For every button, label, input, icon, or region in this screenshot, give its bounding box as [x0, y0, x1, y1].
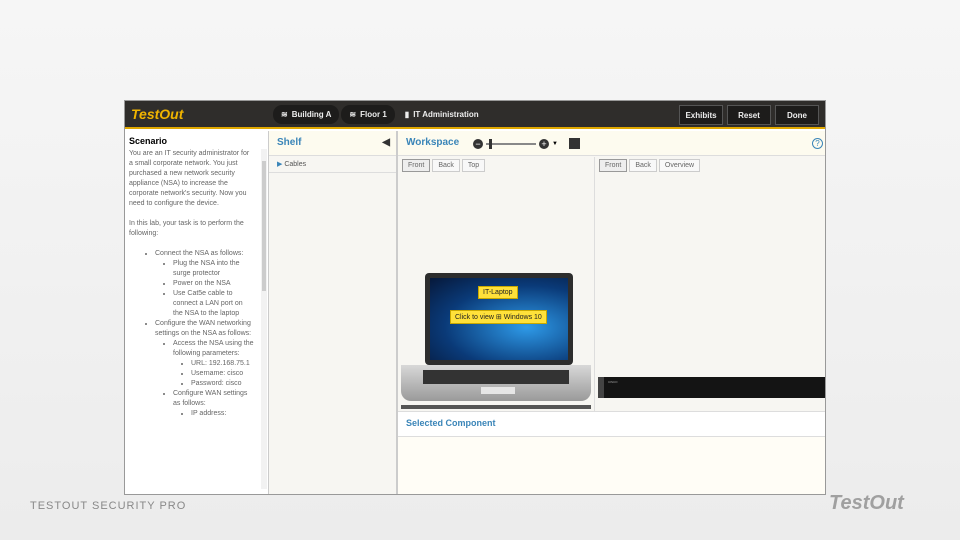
workspace-title: Workspace [406, 137, 460, 148]
layers-icon: ≋ [349, 110, 357, 119]
reset-button[interactable]: Reset [727, 105, 771, 125]
workspace-panel: Workspace − + ▼ ? Front Back Top Front B… [398, 131, 825, 494]
keyboard [423, 370, 569, 384]
task-text: Configure WAN settings as follows: [173, 390, 248, 407]
os-label: Windows 10 [503, 314, 542, 321]
touchpad [481, 387, 515, 394]
windows-icon: ⊞ [495, 314, 502, 321]
lab-window: TestOut ≋ Building A ≋ Floor 1 ▮ IT Adminis… [124, 100, 826, 495]
task-subitem: Password: cisco [191, 379, 254, 389]
task-item: Configure the WAN networking settings on… [155, 319, 254, 419]
scenario-panel: Scenario You are an IT security administ… [125, 131, 269, 494]
task-subitem: Plug the NSA into the surge protector [173, 259, 254, 279]
selected-component-panel: Selected Component [398, 411, 825, 494]
task-subitem: Access the NSA using the following param… [173, 339, 254, 389]
task-subitem: Power on the NSA [173, 279, 254, 289]
shelf-item-cables[interactable]: ▶ Cables [269, 156, 396, 173]
laptop-label: IT-Laptop [478, 286, 518, 299]
zoom-in-icon[interactable]: + [539, 138, 549, 149]
breadcrumb-floor[interactable]: ≋ Floor 1 [341, 105, 395, 124]
action-label: Click to view [455, 314, 494, 321]
task-text: Configure the WAN networking settings on… [155, 320, 252, 337]
breadcrumb-room[interactable]: ▮ IT Administration [397, 105, 487, 124]
exhibits-button[interactable]: Exhibits [679, 105, 723, 125]
fit-screen-icon[interactable] [568, 138, 580, 149]
breadcrumb: ≋ Building A ≋ Floor 1 ▮ IT Administration [273, 105, 487, 124]
shelf-panel: Shelf ◀ ▶ Cables [269, 131, 398, 494]
zoom-dropdown-icon[interactable]: ▼ [552, 141, 558, 147]
task-subitem: Configure WAN settings as follows: IP ad… [173, 389, 254, 419]
view-front-button[interactable]: Front [599, 159, 628, 172]
scenario-intro: You are an IT security administrator for… [129, 150, 250, 207]
breadcrumb-label: Building A [291, 110, 332, 119]
shelf-title: Shelf [277, 137, 302, 148]
view-front-button[interactable]: Front [402, 159, 431, 172]
view-back-button[interactable]: Back [432, 159, 460, 172]
task-subitem: URL: 192.168.75.1 [191, 359, 254, 369]
collapse-left-icon[interactable]: ◀ [382, 137, 390, 148]
selected-component-title: Selected Component [398, 412, 825, 437]
testout-logo: TestOut [131, 106, 184, 122]
breadcrumb-label: Floor 1 [360, 110, 387, 119]
breadcrumb-building[interactable]: ≋ Building A [273, 105, 340, 124]
view-windows-button[interactable]: Click to view ⊞ Windows 10 [450, 310, 547, 324]
task-item: Connect the NSA as follows: Plug the NSA… [155, 249, 254, 319]
shelf-bar [401, 405, 591, 409]
breadcrumb-label: IT Administration [413, 110, 479, 119]
view-divider [594, 157, 595, 411]
footer-logo: TestOut [829, 492, 904, 514]
scenario-title: Scenario [129, 136, 168, 146]
view-back-button[interactable]: Back [629, 159, 657, 172]
room-icon: ▮ [404, 110, 410, 119]
task-text: Access the NSA using the following param… [173, 340, 254, 357]
done-button[interactable]: Done [775, 105, 819, 125]
scrollbar-thumb[interactable] [262, 161, 266, 291]
task-text: Connect the NSA as follows: [155, 250, 244, 257]
task-subitem: Username: cisco [191, 369, 254, 379]
help-icon[interactable]: ? [812, 138, 823, 149]
zoom-slider[interactable] [486, 138, 536, 149]
header: TestOut ≋ Building A ≋ Floor 1 ▮ IT Adminis… [125, 101, 825, 129]
view-top-button[interactable]: Top [461, 159, 486, 172]
task-subitem: IP address: [191, 409, 254, 419]
footer-text: TESTOUT SECURITY PRO [30, 500, 187, 512]
expand-triangle-icon: ▶ [277, 161, 283, 168]
nsa-device[interactable]: CISCO [598, 377, 825, 398]
shelf-item-label: Cables [284, 161, 307, 168]
zoom-out-icon[interactable]: − [473, 138, 483, 149]
task-subitem: Use Cat5e cable to connect a LAN port on… [173, 289, 254, 319]
it-laptop[interactable]: IT-Laptop Click to view ⊞ Windows 10 [401, 271, 591, 409]
layers-icon: ≋ [281, 110, 288, 119]
scenario-task: In this lab, your task is to perform the… [129, 220, 244, 237]
view-overview-button[interactable]: Overview [658, 159, 701, 172]
